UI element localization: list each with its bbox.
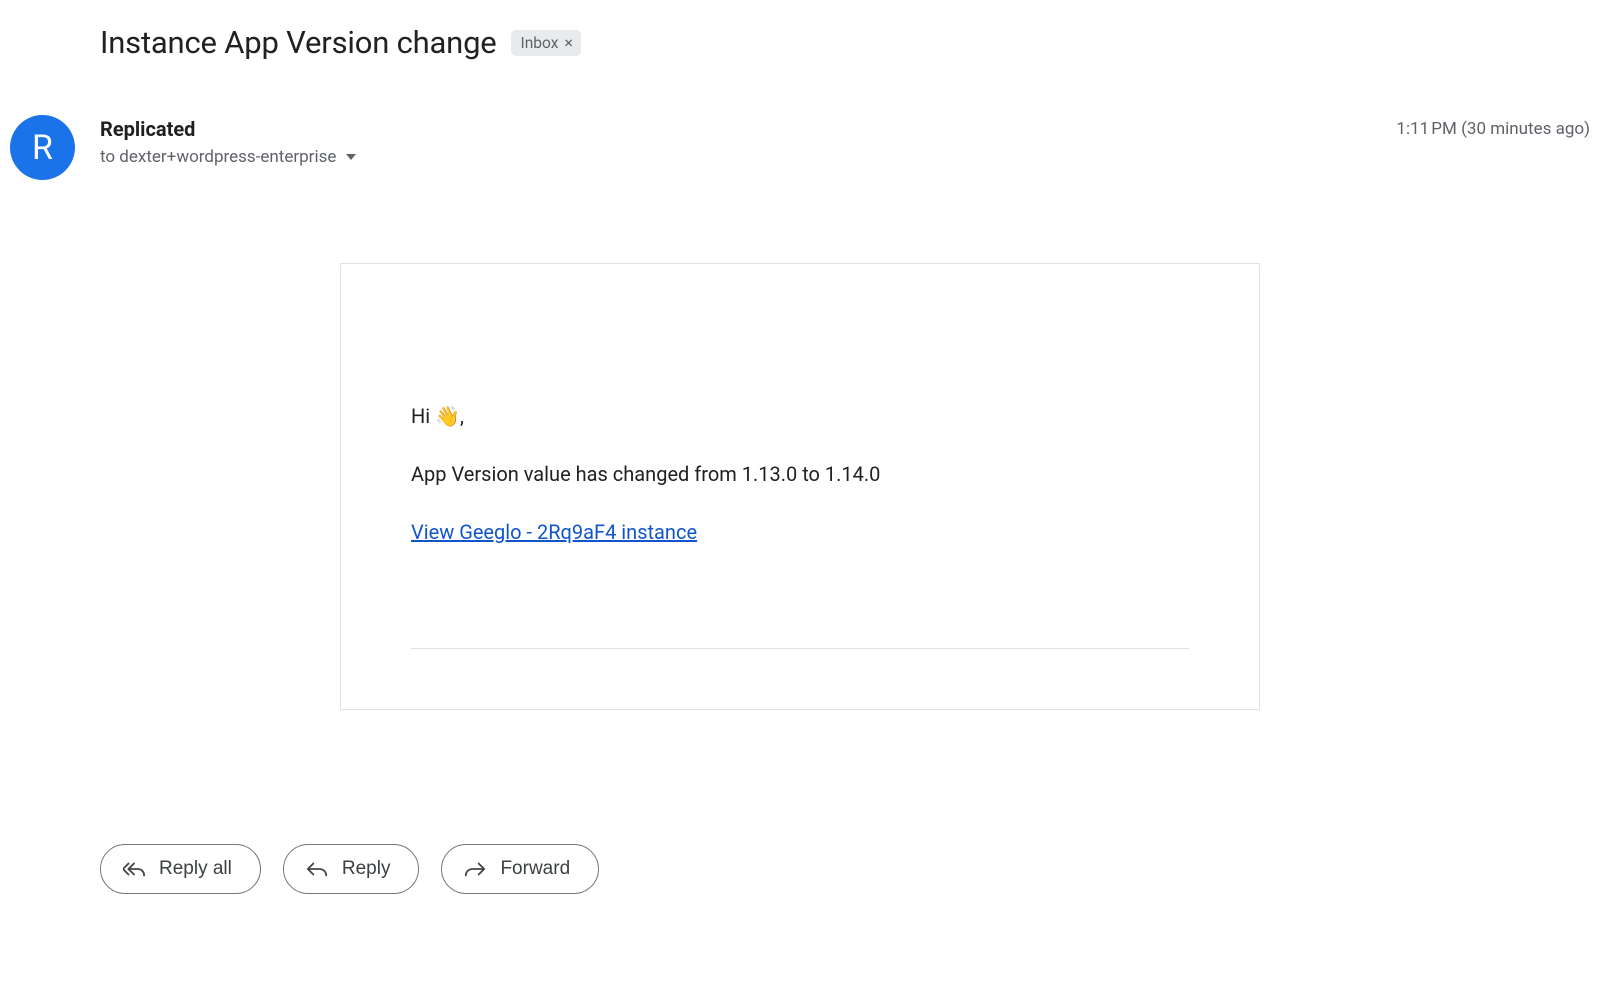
forward-label: Forward xyxy=(500,858,570,880)
reply-all-label: Reply all xyxy=(159,858,232,880)
reply-label: Reply xyxy=(342,858,391,880)
recipient-text: to dexter+wordpress-enterprise xyxy=(100,147,336,167)
timestamp: 1:11 PM (30 minutes ago) xyxy=(1396,119,1590,139)
inbox-chip[interactable]: Inbox × xyxy=(511,30,581,56)
email-header: R Replicated to dexter+wordpress-enterpr… xyxy=(0,115,1600,167)
inbox-chip-label: Inbox xyxy=(521,34,559,52)
close-icon[interactable]: × xyxy=(564,35,573,51)
greeting-suffix: , xyxy=(460,404,464,428)
avatar[interactable]: R xyxy=(10,115,75,180)
chevron-down-icon[interactable] xyxy=(346,154,356,160)
forward-button[interactable]: Forward xyxy=(441,844,599,894)
view-instance-link[interactable]: View Geeglo - 2Rq9aF4 instance xyxy=(411,520,697,544)
actions-row: Reply all Reply Forward xyxy=(0,844,1600,894)
reply-button[interactable]: Reply xyxy=(283,844,420,894)
subject-row: Instance App Version change Inbox × xyxy=(0,0,1600,61)
reply-all-icon xyxy=(123,859,145,879)
divider xyxy=(411,648,1189,649)
body-text: App Version value has changed from 1.13.… xyxy=(411,462,1189,486)
email-body-card: Hi 👋, App Version value has changed from… xyxy=(340,263,1260,710)
wave-icon: 👋 xyxy=(435,404,460,428)
greeting-prefix: Hi xyxy=(411,404,435,428)
reply-icon xyxy=(306,859,328,879)
avatar-letter: R xyxy=(32,128,53,168)
forward-icon xyxy=(464,859,486,879)
email-subject: Instance App Version change xyxy=(100,24,497,61)
greeting-line: Hi 👋, xyxy=(411,404,1189,428)
reply-all-button[interactable]: Reply all xyxy=(100,844,261,894)
sender-name: Replicated xyxy=(100,117,1600,141)
